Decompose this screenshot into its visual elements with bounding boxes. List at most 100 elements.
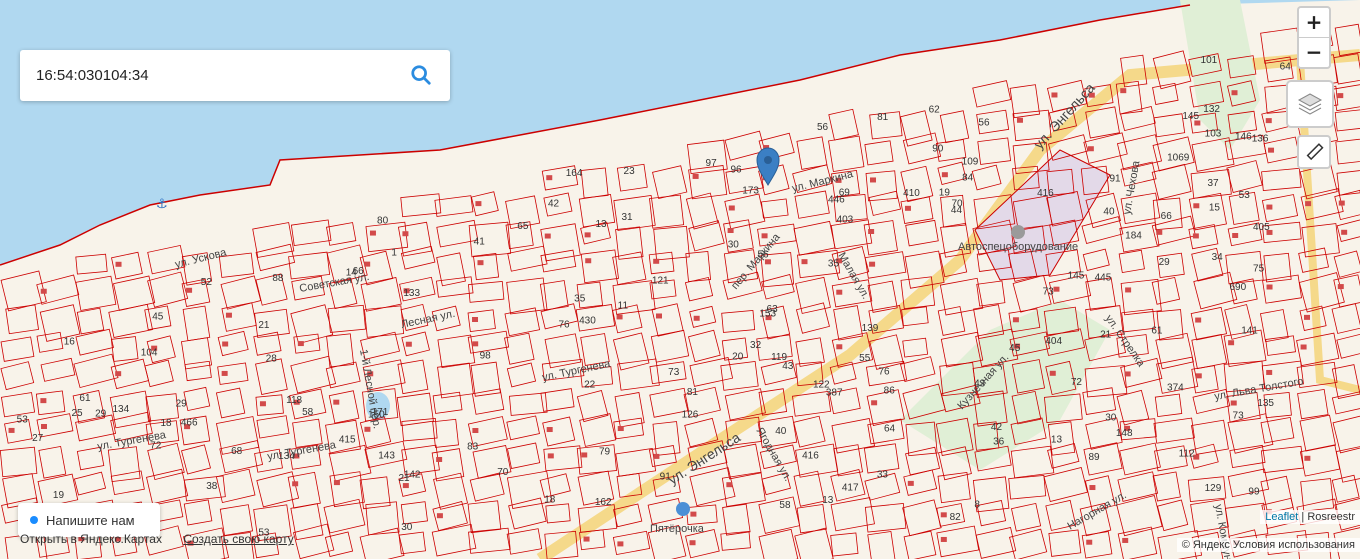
parcel-number: 33 [877,469,889,480]
parcel-number: 129 [1205,483,1222,494]
parcel-number: 430 [579,316,596,327]
parcel-number: 41 [474,236,486,247]
parcel-number: 58 [779,500,791,511]
parcel-number: 86 [884,385,896,396]
building [1266,284,1273,290]
building [259,401,266,407]
parcel-number: 20 [732,352,744,363]
building [1012,317,1019,323]
building [1053,286,1060,292]
parcel-number: 29 [1159,257,1171,268]
layers-icon [1297,93,1323,115]
building [1305,201,1312,207]
building [581,452,588,458]
parcel-number: 53 [1239,190,1251,201]
parcel-number: 70 [951,198,963,209]
parcel-number: 45 [152,312,164,323]
parcel-number: 135 [1257,398,1274,409]
parcel-number: 80 [377,215,389,226]
parcel-number: 122 [813,380,830,391]
parcel-number: 45 [1009,343,1021,354]
building [1195,317,1202,323]
parcel-number: 16 [64,336,76,347]
parcel-number: 145 [1182,111,1199,122]
building [1193,203,1200,209]
building [436,513,443,519]
rosreestr-link[interactable]: Rosreestr [1307,511,1355,523]
parcel-number: 98 [480,351,492,362]
parcel-number: 83 [467,442,479,453]
parcel-number: 146 [1235,132,1252,143]
parcel-number: 8 [974,499,980,510]
parcel-number: 126 [682,409,699,420]
parcel-number: 121 [652,275,669,286]
building [801,259,808,265]
parcel-number: 99 [1248,487,1260,498]
ruler-button[interactable] [1297,135,1331,169]
parcel-number: 81 [877,112,889,123]
building [1232,233,1239,239]
parcel-number: 21 [1100,330,1112,341]
parcel-number: 21 [258,320,270,331]
building [1156,229,1163,235]
parcel-number: 40 [775,426,787,437]
building [1120,88,1127,94]
building [1086,539,1093,545]
parcel-number: 30 [728,240,740,251]
building [1089,485,1096,491]
building [836,344,843,350]
cadastral-search-input[interactable] [34,66,398,85]
parcel-number: 690 [1229,282,1246,293]
parcel-number: 13 [1051,435,1063,446]
parcel-number: 35 [574,293,586,304]
parcel-number: 162 [595,497,612,508]
building [616,314,623,320]
parcel-number: 75 [1253,264,1265,275]
poi-pyaterochka-icon[interactable] [676,502,690,516]
parcel-number: 109 [962,157,979,168]
poi-avtospec-icon[interactable] [1011,225,1025,239]
parcel-number: 29 [95,409,107,420]
parcel-number: 142 [404,469,421,480]
chat-label: Напишите нам [46,512,135,528]
poi-avtospec-label: Автоспецоборудование [958,241,1078,253]
parcel-number: 90 [932,144,944,155]
layers-button[interactable] [1286,80,1334,128]
building [364,426,371,432]
parcel-number: 56 [817,122,829,133]
building [869,261,876,267]
parcel-number: 1069 [1167,153,1190,164]
building [693,315,700,321]
zoom-out-button[interactable]: − [1299,38,1329,67]
parcel-number: 42 [991,422,1003,433]
building [941,172,948,178]
building [904,205,911,211]
parcel-number: 13 [822,495,834,506]
open-yandex-link[interactable]: Открыть в Яндекс.Картах [20,532,162,546]
anchor-icon: ⚓ [156,197,168,212]
parcel-number: 62 [929,105,941,116]
parcel-number: 141 [1241,325,1258,336]
parcel-number: 136 [1252,134,1269,145]
building [617,426,624,432]
building [1195,373,1202,379]
zoom-in-button[interactable]: + [1299,8,1329,38]
parcel-number: 15 [1209,203,1221,214]
parcel-number: 445 [1095,273,1112,284]
parcel-number: 64 [1280,62,1292,73]
leaflet-link[interactable]: Leaflet [1265,511,1298,523]
building [40,424,47,430]
building [225,312,232,318]
building [689,540,696,546]
building [546,175,553,181]
building [221,370,228,376]
building [653,453,660,459]
parcel-number: 76 [878,366,890,377]
search-icon[interactable] [410,64,432,86]
parcel-number: 13 [595,219,607,230]
parcel-number: 416 [802,450,819,461]
building [547,453,554,459]
create-map-link[interactable]: Создать свою карту [183,532,293,546]
parcel-number: 73 [1233,411,1245,422]
parcel-number: 466 [181,418,198,429]
